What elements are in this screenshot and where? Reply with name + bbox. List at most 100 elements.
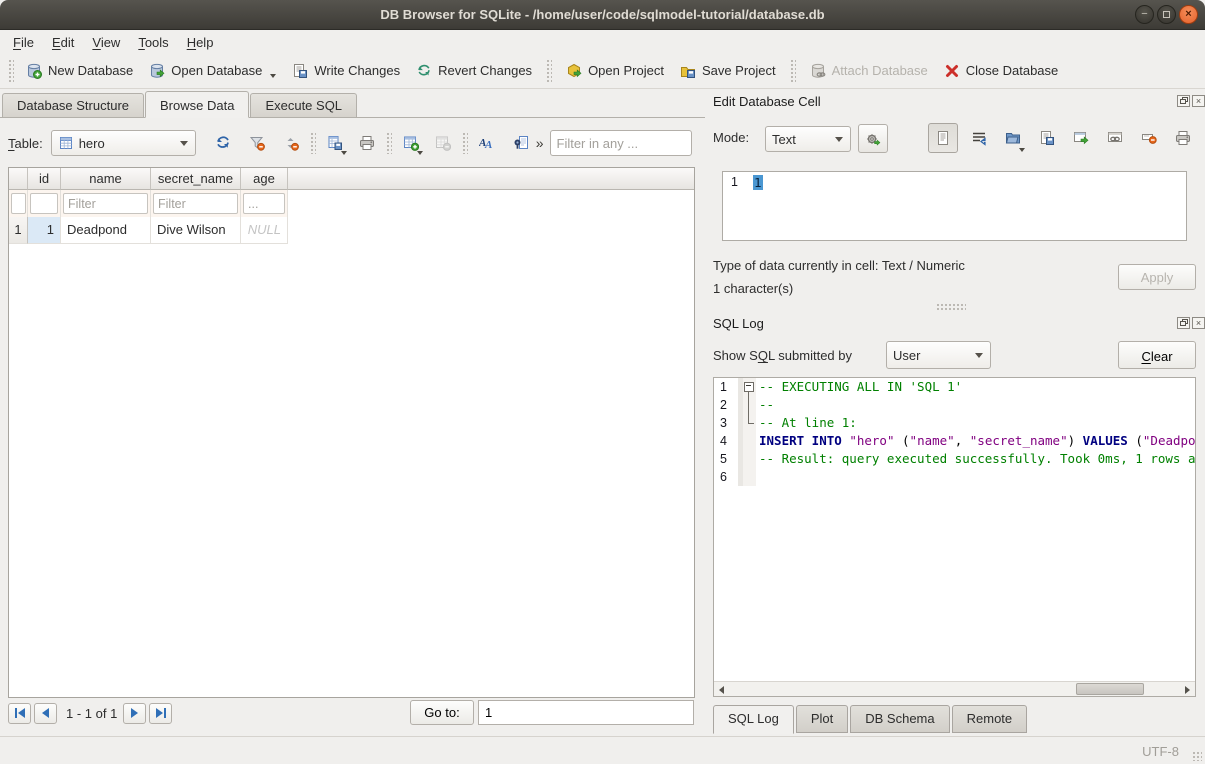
clear-log-button[interactable]: Clear [1118, 341, 1196, 369]
toolbar-overflow-chevron[interactable]: » [536, 135, 544, 151]
menu-item-edit[interactable]: Edit [43, 33, 83, 52]
save-file-icon [1039, 130, 1055, 146]
print-table-button[interactable] [354, 130, 380, 156]
horizontal-scrollbar[interactable] [714, 681, 1195, 696]
column-header-name[interactable]: name [61, 168, 151, 190]
scrollbar-thumb[interactable] [1076, 683, 1144, 695]
filter-input-name[interactable] [63, 193, 148, 214]
sql-log-filter-label: Show SQL submitted by [713, 348, 852, 363]
filter-input-secret-name[interactable] [153, 193, 238, 214]
save-table-menu-caret[interactable] [341, 151, 347, 155]
open-external-button[interactable] [1068, 123, 1094, 153]
filter-input-age[interactable] [243, 193, 285, 214]
toolbar-handle[interactable] [8, 59, 14, 83]
edit-cell-close-button[interactable]: × [1192, 95, 1205, 107]
gear-icon [865, 131, 881, 147]
column-header-filler [288, 168, 694, 190]
open-database-button[interactable]: Open Database [141, 58, 284, 84]
sql-log-editor[interactable]: 1-- EXECUTING ALL IN 'SQL 1'2--3-- At li… [713, 377, 1196, 697]
menu-item-view[interactable]: View [83, 33, 129, 52]
new-database-button[interactable]: New Database [18, 58, 141, 84]
svg-text:A: A [484, 139, 492, 151]
dock-splitter-handle[interactable] [936, 303, 966, 310]
scroll-left-button[interactable] [715, 683, 728, 696]
scroll-right-button[interactable] [1181, 683, 1194, 696]
filter-input-id[interactable] [30, 193, 58, 214]
print-cell-button[interactable] [1170, 123, 1196, 153]
sql-log-line: 2-- [714, 396, 1195, 414]
apply-button[interactable]: Apply [1118, 264, 1196, 290]
resize-grip[interactable] [1192, 751, 1202, 761]
cell-value-editor[interactable]: 1 1 [722, 171, 1187, 241]
column-header-id[interactable]: id [28, 168, 61, 190]
tab-execute-sql[interactable]: Execute SQL [250, 93, 357, 117]
write-changes-button[interactable]: Write Changes [284, 58, 408, 84]
save-project-button[interactable]: Save Project [672, 58, 784, 84]
sql-log-filter-select[interactable]: User [886, 341, 991, 369]
text-view-toggle-button[interactable] [928, 123, 958, 153]
clear-sort-icon [283, 135, 299, 151]
mode-select[interactable]: Text [765, 126, 851, 152]
menu-item-file[interactable]: File [4, 33, 43, 52]
tab-database-structure[interactable]: Database Structure [2, 93, 144, 117]
cell-age[interactable]: NULL [241, 217, 288, 244]
any-column-filter-input[interactable] [550, 130, 692, 156]
edit-display-format-button[interactable]: AA [474, 130, 500, 156]
save-table-button[interactable] [322, 130, 348, 156]
column-header-secret-name[interactable]: secret_name [151, 168, 241, 190]
tab-browse-data[interactable]: Browse Data [145, 91, 249, 118]
wrap-lines-button[interactable] [966, 123, 992, 153]
cell-name[interactable]: Deadpond [61, 217, 151, 244]
minimize-button[interactable]: − [1135, 5, 1154, 24]
export-data-button[interactable] [1034, 123, 1060, 153]
goto-button[interactable]: Go to: [410, 700, 474, 725]
close-database-button[interactable]: Close Database [936, 58, 1067, 84]
close-button[interactable]: × [1179, 5, 1198, 24]
mode-settings-button[interactable] [858, 124, 888, 153]
titlebar[interactable]: DB Browser for SQLite - /home/user/code/… [0, 0, 1205, 30]
insert-record-button[interactable] [398, 130, 424, 156]
open-project-button[interactable]: Open Project [558, 58, 672, 84]
last-record-button[interactable] [149, 703, 172, 724]
filter-input-rownum[interactable] [11, 193, 26, 214]
grid-corner-header[interactable] [9, 168, 28, 190]
previous-record-button[interactable] [34, 703, 57, 724]
menu-item-help[interactable]: Help [178, 33, 223, 52]
first-record-button[interactable] [8, 703, 31, 724]
goto-cell-button[interactable] [508, 130, 534, 156]
dock-tab-plot[interactable]: Plot [796, 705, 848, 733]
goto-input[interactable] [478, 700, 694, 725]
dock-tab-db-schema[interactable]: DB Schema [850, 705, 949, 733]
cell-id[interactable]: 1 [28, 217, 61, 244]
cell-secret-name[interactable]: Dive Wilson [151, 217, 241, 244]
maximize-button[interactable] [1157, 5, 1176, 24]
set-null-icon [1141, 130, 1157, 146]
refresh-button[interactable] [210, 130, 236, 156]
clear-sorting-button[interactable] [278, 130, 304, 156]
edit-cell-float-button[interactable] [1177, 95, 1190, 107]
import-data-button[interactable] [1000, 123, 1026, 153]
delete-record-button [430, 130, 456, 156]
import-menu-caret[interactable] [1019, 148, 1025, 152]
sql-log-float-button[interactable] [1177, 317, 1190, 329]
next-record-button[interactable] [123, 703, 146, 724]
dock-tab-sql-log[interactable]: SQL Log [713, 705, 794, 734]
table-selector[interactable]: hero [51, 130, 196, 156]
close-database-icon [944, 63, 960, 79]
set-null-button[interactable] [1136, 123, 1162, 153]
row-number[interactable]: 1 [9, 217, 28, 244]
menu-item-tools[interactable]: Tools [129, 33, 177, 52]
dock-tab-remote[interactable]: Remote [952, 705, 1028, 733]
sql-log-lines: 1-- EXECUTING ALL IN 'SQL 1'2--3-- At li… [714, 378, 1195, 486]
insert-record-menu-caret[interactable] [417, 151, 423, 155]
open-database-menu-caret[interactable] [270, 74, 276, 78]
float-icon [1180, 99, 1186, 104]
first-record-icon [15, 708, 17, 718]
record-position-label: 1 - 1 of 1 [66, 706, 117, 721]
toolbar-separator [310, 132, 316, 154]
column-header-age[interactable]: age [241, 168, 288, 190]
revert-changes-button[interactable]: Revert Changes [408, 58, 540, 84]
sql-log-close-button[interactable]: × [1192, 317, 1205, 329]
clear-filters-button[interactable] [244, 130, 270, 156]
set-as-link-button[interactable] [1102, 123, 1128, 153]
